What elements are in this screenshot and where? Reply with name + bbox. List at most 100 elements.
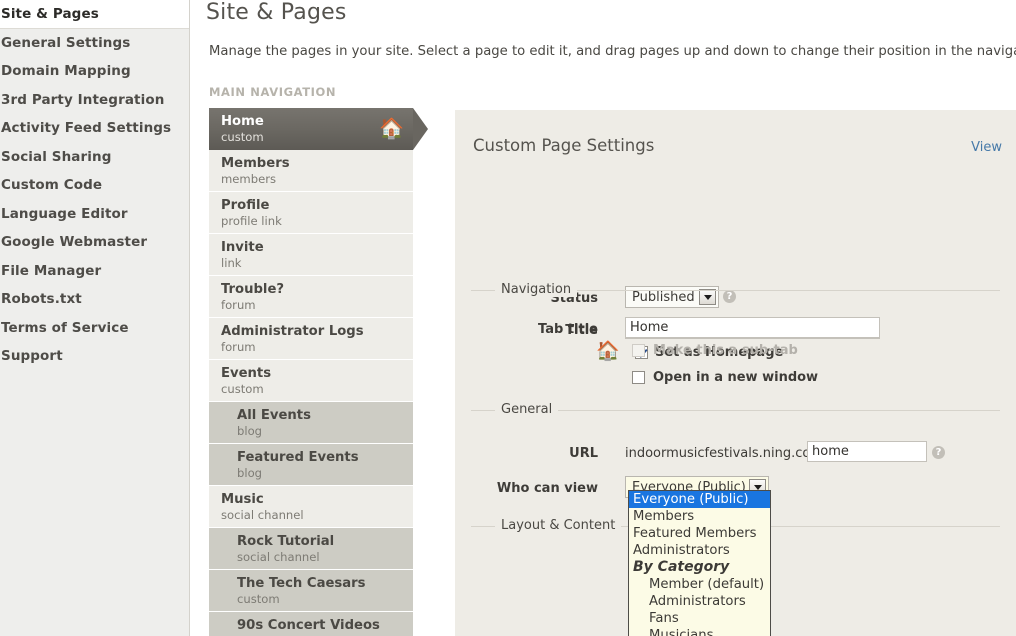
page-list-item-title: Administrator Logs [221,324,364,339]
sidebar-item-label: Social Sharing [1,148,112,165]
page-list-item[interactable]: The Tech Caesars custom [209,570,413,612]
page-list-item-title: Profile [221,198,270,213]
chevron-down-icon [699,289,716,305]
dropdown-option[interactable]: Musicians [629,627,770,636]
page-list-item[interactable]: Trouble? forum [209,276,413,318]
sidebar-item-label: General Settings [1,34,131,51]
sidebar-item-site-pages[interactable]: Site & Pages [0,0,189,29]
settings-sidebar: Site & Pages General Settings Domain Mappi… [0,0,190,636]
tab-title-label: Tab title [538,322,598,337]
page-list-item-type: blog [237,466,263,480]
sidebar-item-domain-mapping[interactable]: Domain Mapping [0,57,189,86]
home-icon: 🏠 [379,116,404,140]
url-prefix: indoormusicfestivals.ning.com/ [625,446,828,461]
page-list-item-type: social channel [237,550,320,564]
page-list-item-type: custom [221,382,264,396]
sidebar-item-label: Terms of Service [1,319,129,336]
page-list-item-title: Music [221,492,264,507]
sidebar-item-terms-of-service[interactable]: Terms of Service [0,314,189,343]
dropdown-option[interactable]: Member (default) [629,576,770,593]
sidebar-item-file-manager[interactable]: File Manager [0,257,189,286]
url-label: URL [569,446,598,461]
sidebar-item-label: File Manager [1,262,102,279]
page-title: Site & Pages [206,0,347,25]
sidebar-item-custom-code[interactable]: Custom Code [0,171,189,200]
sidebar-item-label: Language Editor [1,205,128,222]
layout-legend: Layout & Content [495,518,622,533]
sidebar-item-label: 3rd Party Integration [1,91,165,108]
page-list-item-type: forum [221,298,256,312]
page-list-item[interactable]: All Events blog [209,402,413,444]
page-list-item[interactable]: Rock Tutorial social channel [209,528,413,570]
page-list-item[interactable]: Invite link [209,234,413,276]
sidebar-item-robots-txt[interactable]: Robots.txt [0,285,189,314]
page-list-item-title: Members [221,156,290,171]
page-list-item[interactable]: Music social channel [209,486,413,528]
page-list-item-title: Featured Events [237,450,359,465]
page-list-item-type: forum [221,340,256,354]
sidebar-item-label: Custom Code [1,177,103,193]
page-list-item-type: social channel [221,508,304,522]
app-root: Site & Pages General Settings Domain Mappi… [0,0,1016,636]
dropdown-option[interactable]: Everyone (Public) [629,491,770,508]
sidebar-item-label: Domain Mapping [1,63,131,79]
sidebar-item-3rd-party-integration[interactable]: 3rd Party Integration [0,86,189,115]
page-list-item[interactable]: Featured Events blog [209,444,413,486]
page-list-item[interactable]: 90s Concert Videos [209,612,413,636]
page-list-item-title: 90s Concert Videos [237,618,380,633]
sidebar-item-label: Google Webmaster [1,234,148,250]
sidebar-item-label: Site & Pages [1,6,99,22]
status-help-icon[interactable]: ? [723,290,736,303]
tab-title-input[interactable] [625,317,880,338]
page-list-item-type: blog [237,424,263,438]
sidebar-item-label: Support [1,348,63,364]
sidebar-item-support[interactable]: Support [0,342,189,371]
navigation-legend: Navigation [495,282,578,297]
page-list-item[interactable]: Profile profile link [209,192,413,234]
page-list-item-title: Home [221,114,264,129]
dropdown-option[interactable]: Fans [629,610,770,627]
make-sub-tab-checkbox[interactable] [632,344,645,357]
sidebar-item-general-settings[interactable]: General Settings [0,29,189,58]
status-select-value: Published [632,289,695,305]
selected-row-pointer [413,108,428,150]
page-list-item-type: custom [221,130,264,144]
dropdown-option[interactable]: Administrators [629,593,770,610]
url-slug-input[interactable] [807,441,927,462]
home-icon: 🏠 [596,340,620,362]
make-sub-tab-label: Make this a sub-tab [653,343,798,358]
sidebar-item-label: Activity Feed Settings [1,120,172,136]
sidebar-item-language-editor[interactable]: Language Editor [0,200,189,229]
general-legend: General [495,402,559,417]
dropdown-option[interactable]: Administrators [629,542,770,559]
open-new-window-checkbox[interactable] [632,371,645,384]
sidebar-item-google-webmaster[interactable]: Google Webmaster [0,228,189,257]
page-list-item-type: custom [237,592,280,606]
page-list-item-title: Events [221,366,272,381]
page-list-item-title: Rock Tutorial [237,534,335,549]
page-list: Home custom 🏠 Members members Profile profile … [209,108,428,636]
page-list-item[interactable]: Home custom 🏠 [209,108,428,150]
view-link[interactable]: View [971,140,1002,155]
page-list-item[interactable]: Members members [209,150,413,192]
dropdown-option[interactable]: Featured Members [629,525,770,542]
url-help-icon[interactable]: ? [932,446,945,459]
panel-title: Custom Page Settings [473,136,655,155]
page-list-item-type: members [221,172,277,186]
who-can-view-label: Who can view [496,481,598,496]
page-description: Manage the pages in your site. Select a … [209,44,1016,59]
sidebar-item-activity-feed-settings[interactable]: Activity Feed Settings [0,114,189,143]
sidebar-item-label: Robots.txt [1,291,82,307]
sidebar-item-social-sharing[interactable]: Social Sharing [0,143,189,172]
page-list-item-type: link [221,256,242,270]
page-list-item[interactable]: Administrator Logs forum [209,318,413,360]
page-list-item-title: Invite [221,240,264,255]
page-list-item-title: All Events [237,408,311,423]
main-navigation-label: MAIN NAVIGATION [209,85,337,99]
who-can-view-dropdown[interactable]: Everyone (Public) Members Featured Members… [628,490,771,636]
page-list-item-title: Trouble? [221,282,285,297]
page-list-item-title: The Tech Caesars [237,576,366,591]
page-list-item[interactable]: Events custom [209,360,413,402]
open-new-window-label: Open in a new window [653,370,819,385]
dropdown-option[interactable]: Members [629,508,770,525]
